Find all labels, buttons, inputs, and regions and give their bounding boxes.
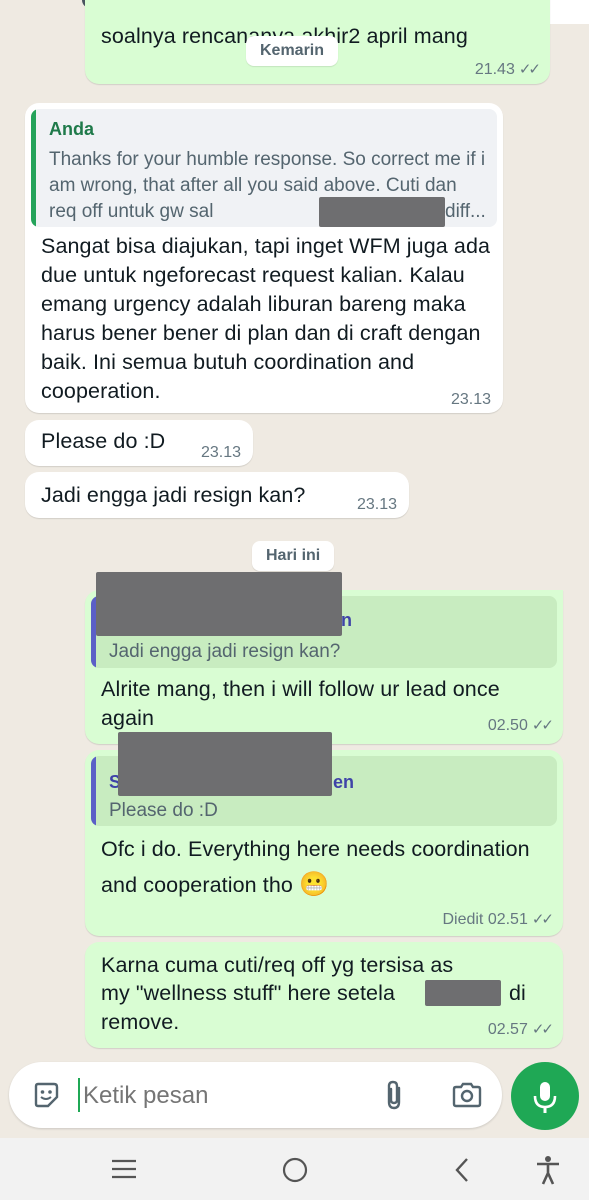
- sticker-icon[interactable]: [31, 1080, 61, 1110]
- message-text-line1: Karna cuma cuti/req off yg tersisa as: [101, 953, 454, 977]
- message-text-line2-end: di: [509, 981, 526, 1005]
- message-time: 02.50: [487, 717, 528, 734]
- message-text: Alrite mang, then i will follow ur lead …: [101, 677, 500, 730]
- paperclip-icon[interactable]: [381, 1078, 409, 1112]
- read-ticks-icon: ✓✓: [531, 717, 554, 734]
- message-meta: 02.50 ✓✓: [487, 716, 554, 735]
- read-ticks-icon: ✓✓: [531, 1021, 554, 1038]
- message-meta: 21.43 ✓✓: [474, 60, 541, 79]
- message-input[interactable]: [81, 1076, 365, 1116]
- redaction-block: [96, 572, 342, 636]
- read-ticks-icon: ✓✓: [518, 61, 541, 78]
- read-ticks-icon: ✓✓: [531, 911, 554, 928]
- edited-label: Diedit: [442, 911, 484, 928]
- quote-bar: [91, 756, 96, 826]
- message-meta: 02.57 ✓✓: [487, 1020, 554, 1039]
- message-meta: Diedit 02.51 ✓✓: [442, 910, 554, 929]
- message-time: 02.51: [487, 911, 528, 928]
- home-icon[interactable]: [281, 1156, 309, 1184]
- text-cursor: [78, 1078, 80, 1112]
- message-text: Please do :D: [41, 429, 166, 453]
- message-time: 21.43: [474, 61, 515, 78]
- message-text-line2: my "wellness stuff" here setela: [101, 981, 396, 1005]
- mic-button[interactable]: [511, 1062, 579, 1130]
- message-time: 02.57: [487, 1021, 528, 1038]
- redaction-block: [319, 197, 445, 227]
- quote-bar: [31, 109, 36, 227]
- message-time: 23.13: [450, 391, 491, 408]
- message-text: Jadi engga jadi resign kan?: [41, 483, 306, 507]
- message-text-line3: remove.: [101, 1010, 180, 1034]
- message-composer[interactable]: [9, 1062, 502, 1128]
- quote-text: Please do :D: [109, 800, 218, 821]
- quote-sender-tail: n: [341, 610, 352, 630]
- message-bubble-incoming-3[interactable]: Jadi engga jadi resign kan? 23.13: [25, 472, 409, 518]
- message-bubble-outgoing-3[interactable]: Karna cuma cuti/req off yg tersisa as my…: [85, 942, 563, 1048]
- quote-text-tail: diff...: [445, 201, 486, 222]
- redaction-block: [118, 732, 332, 796]
- date-separator-yesterday: Kemarin: [246, 36, 339, 66]
- accessibility-icon[interactable]: [534, 1154, 562, 1186]
- message-time: 23.13: [200, 444, 241, 461]
- quote-sender-tail: en: [333, 772, 355, 792]
- date-separator-today: Hari ini: [252, 541, 335, 571]
- message-text: Sangat bisa diajukan, tapi inget WFM jug…: [41, 234, 491, 403]
- message-text: Ofc i do. Everything here needs coordina…: [101, 832, 541, 903]
- message-time: 23.13: [356, 496, 397, 513]
- system-navigation-bar: [0, 1138, 589, 1200]
- message-bubble-incoming-2[interactable]: Please do :D 23.13: [25, 420, 253, 466]
- back-icon[interactable]: [452, 1156, 472, 1184]
- redaction-block: [425, 980, 501, 1006]
- recent-apps-icon[interactable]: [110, 1158, 138, 1180]
- mic-icon: [533, 1082, 557, 1113]
- message-bubble-incoming-1[interactable]: Anda Thanks for your humble response. So…: [25, 103, 503, 413]
- quote-text: Jadi engga jadi resign kan?: [109, 641, 341, 662]
- quote-sender: Anda: [49, 119, 94, 139]
- grimace-emoji-icon: 😬: [299, 871, 330, 898]
- camera-icon[interactable]: [451, 1080, 483, 1110]
